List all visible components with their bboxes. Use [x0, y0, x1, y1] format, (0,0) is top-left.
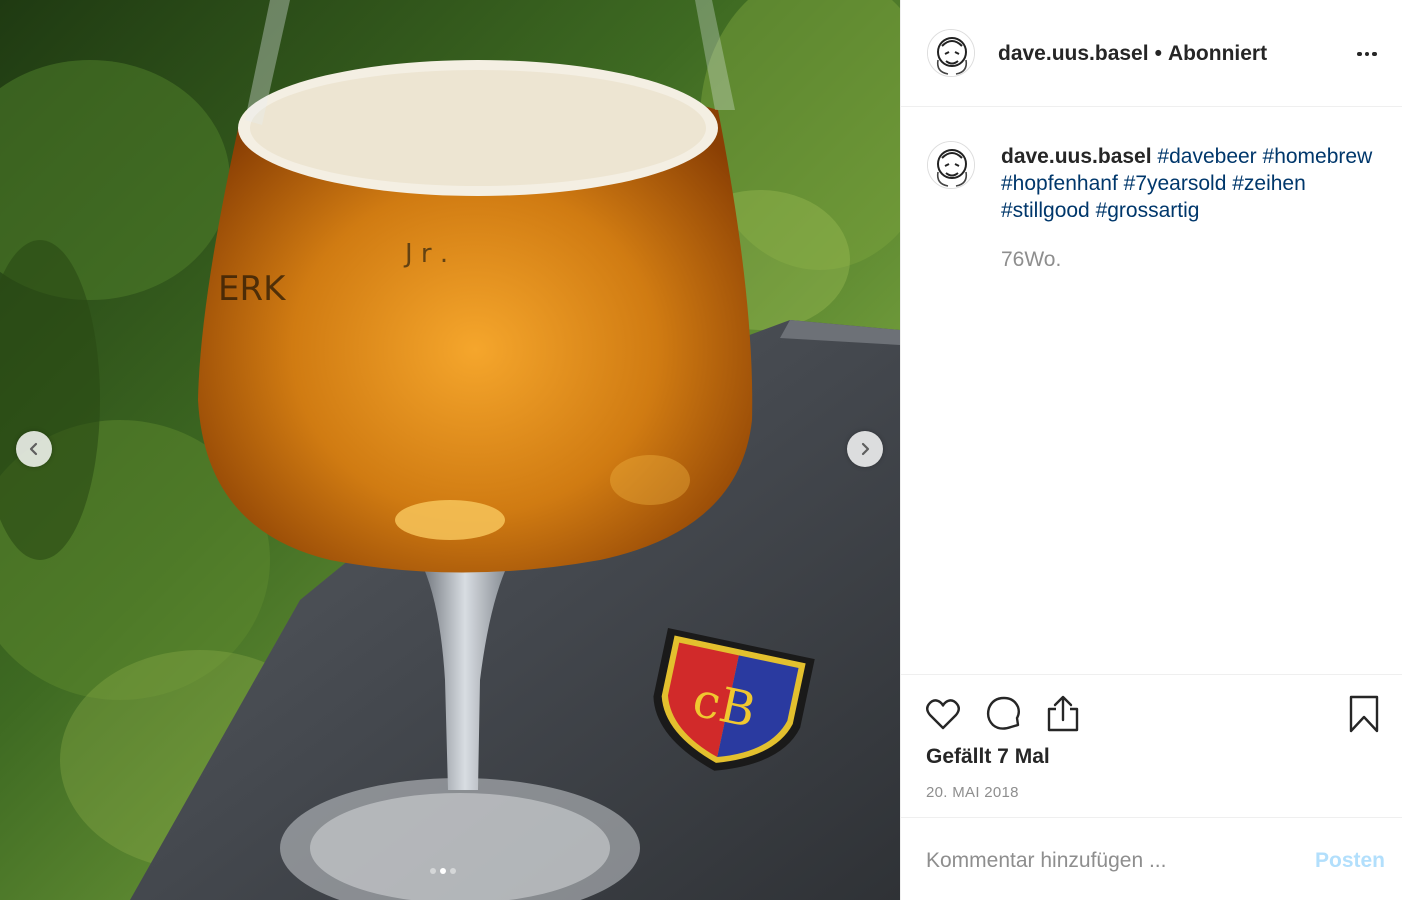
caption-avatar[interactable]: [927, 141, 975, 189]
carousel-next-button[interactable]: [847, 431, 883, 467]
comment-section: Posten: [901, 817, 1402, 900]
post-header: dave.uus.basel • Abonniert: [901, 0, 1402, 107]
hashtag-link[interactable]: #homebrew: [1263, 145, 1373, 168]
hashtag-link[interactable]: #zeihen: [1232, 172, 1306, 195]
header-username[interactable]: dave.uus.basel: [998, 42, 1149, 65]
share-icon: [1047, 695, 1079, 732]
share-button[interactable]: [1044, 695, 1082, 733]
beer-glass-photo: J r . ERK cB: [0, 0, 900, 900]
post-panel: dave.uus.basel • Abonniert dave.uus.basel …: [900, 0, 1402, 900]
carousel-dot: [450, 868, 456, 874]
more-options-icon: [1357, 51, 1377, 57]
svg-text:ERK: ERK: [218, 269, 287, 309]
header-separator: •: [1154, 42, 1162, 65]
caption-username[interactable]: dave.uus.basel: [1001, 145, 1152, 168]
comment-input[interactable]: [926, 846, 1286, 876]
heart-icon: [926, 699, 960, 730]
like-count[interactable]: Gefällt 7 Mal: [926, 745, 1050, 769]
more-options-button[interactable]: [1353, 42, 1381, 66]
hashtag-link[interactable]: #stillgood: [1001, 199, 1090, 222]
save-button[interactable]: [1345, 695, 1383, 733]
actions-section: Gefällt 7 Mal 20. MAI 2018: [901, 674, 1402, 817]
header-title: dave.uus.basel • Abonniert: [998, 42, 1267, 66]
follow-status-button[interactable]: Abonniert: [1168, 42, 1267, 65]
hashtag-link[interactable]: #hopfenhanf: [1001, 172, 1118, 195]
carousel-dot: [440, 868, 446, 874]
comment-button[interactable]: [985, 695, 1023, 733]
like-button[interactable]: [924, 695, 962, 733]
post-comment-button[interactable]: Posten: [1315, 849, 1385, 873]
post-image[interactable]: J r . ERK cB: [0, 0, 900, 900]
hashtag-link[interactable]: #7yearsold: [1124, 172, 1227, 195]
chevron-right-icon: [861, 442, 870, 456]
avatar-icon: [928, 142, 974, 188]
post-date: 20. MAI 2018: [926, 784, 1019, 801]
carousel-prev-button[interactable]: [16, 431, 52, 467]
bookmark-icon: [1349, 695, 1379, 733]
comment-icon: [986, 696, 1020, 730]
carousel-dot: [430, 868, 436, 874]
post-age: 76Wo.: [1001, 248, 1062, 271]
avatar[interactable]: [927, 29, 975, 77]
carousel-indicator: [430, 868, 456, 874]
svg-text:J r .: J r .: [403, 239, 448, 269]
hashtag-link[interactable]: #davebeer: [1157, 145, 1256, 168]
hashtag-link[interactable]: #grossartig: [1096, 199, 1200, 222]
avatar-icon: [928, 30, 974, 76]
caption-text: dave.uus.basel #davebeer #homebrew #hopf…: [1001, 143, 1381, 224]
chevron-left-icon: [29, 442, 38, 456]
